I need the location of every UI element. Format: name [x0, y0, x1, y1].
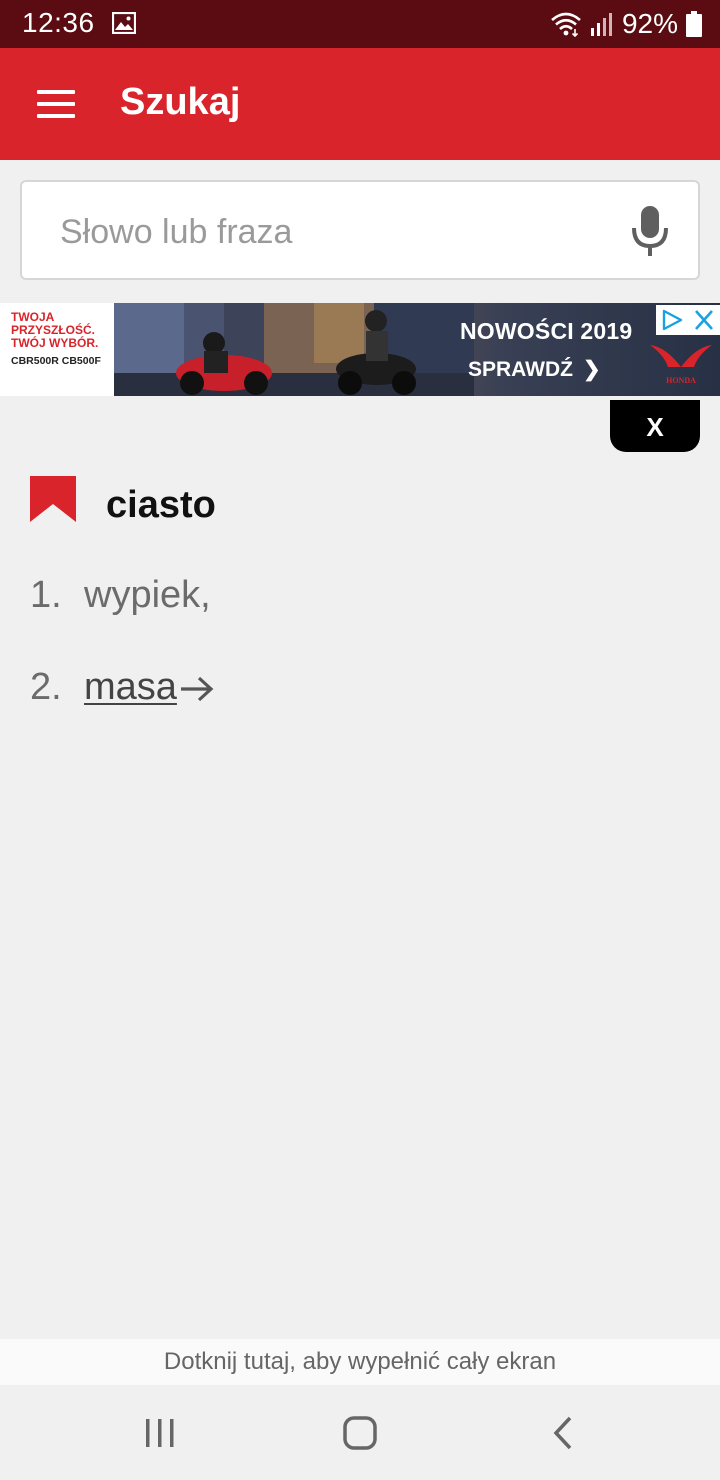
hamburger-menu-icon[interactable]	[28, 84, 84, 124]
meaning-item: 1. wypiek,	[30, 574, 211, 617]
meaning-number: 2.	[30, 666, 62, 708]
ad-choices-icon[interactable]	[660, 309, 684, 331]
ad-slogan-panel: TWOJA PRZYSZŁOŚĆ. TWÓJ WYBÓR. CBR500R CB…	[0, 303, 114, 396]
ad-brand-text: HONDA	[666, 376, 696, 385]
battery-icon	[686, 11, 702, 37]
chevron-right-icon: ❯	[583, 358, 601, 381]
ad-models: CBR500R CB500F	[11, 355, 101, 367]
app-bar: Szukaj	[0, 48, 720, 160]
ad-brand-logo: HONDA	[646, 337, 716, 389]
gallery-icon	[112, 12, 136, 34]
ad-banner[interactable]: TWOJA PRZYSZŁOŚĆ. TWÓJ WYBÓR. CBR500R CB…	[0, 303, 720, 396]
arrow-right-icon[interactable]	[179, 673, 215, 705]
page-title: Szukaj	[120, 81, 241, 123]
status-icons: 92%	[550, 7, 702, 41]
meaning-item: 2. masa	[30, 666, 215, 709]
home-icon[interactable]	[340, 1413, 380, 1453]
entry-word: ciasto	[106, 484, 216, 526]
system-nav-bar	[0, 1385, 720, 1480]
honda-wing-icon	[650, 345, 712, 367]
ad-slogan: TWOJA PRZYSZŁOŚĆ. TWÓJ WYBÓR.	[11, 310, 99, 350]
bookmark-icon[interactable]	[30, 476, 76, 522]
search-box[interactable]	[20, 180, 700, 280]
search-input[interactable]	[60, 210, 600, 254]
recent-apps-icon[interactable]	[142, 1413, 178, 1453]
dismiss-ad-button[interactable]: X	[610, 400, 700, 452]
ad-motorcycle-image	[114, 303, 474, 396]
ad-close-icon[interactable]	[692, 309, 716, 331]
ad-headline: NOWOŚCI 2019	[460, 318, 633, 344]
status-time: 12:36	[22, 7, 95, 38]
wifi-icon	[551, 12, 581, 37]
meaning-link[interactable]: masa	[84, 666, 177, 708]
status-bar: 12:36 92%	[0, 0, 720, 48]
back-icon[interactable]	[548, 1413, 578, 1453]
signal-icon	[590, 13, 612, 36]
ad-badges	[656, 305, 720, 335]
meaning-text: wypiek,	[84, 574, 211, 616]
fullscreen-hint[interactable]: Dotknij tutaj, aby wypełnić cały ekran	[0, 1339, 720, 1385]
meaning-number: 1.	[30, 574, 62, 616]
battery-percent: 92%	[621, 8, 678, 39]
ad-cta-label: SPRAWDŹ	[468, 358, 573, 381]
microphone-icon[interactable]	[628, 204, 672, 260]
ad-cta[interactable]: SPRAWDŹ ❯	[468, 357, 601, 382]
